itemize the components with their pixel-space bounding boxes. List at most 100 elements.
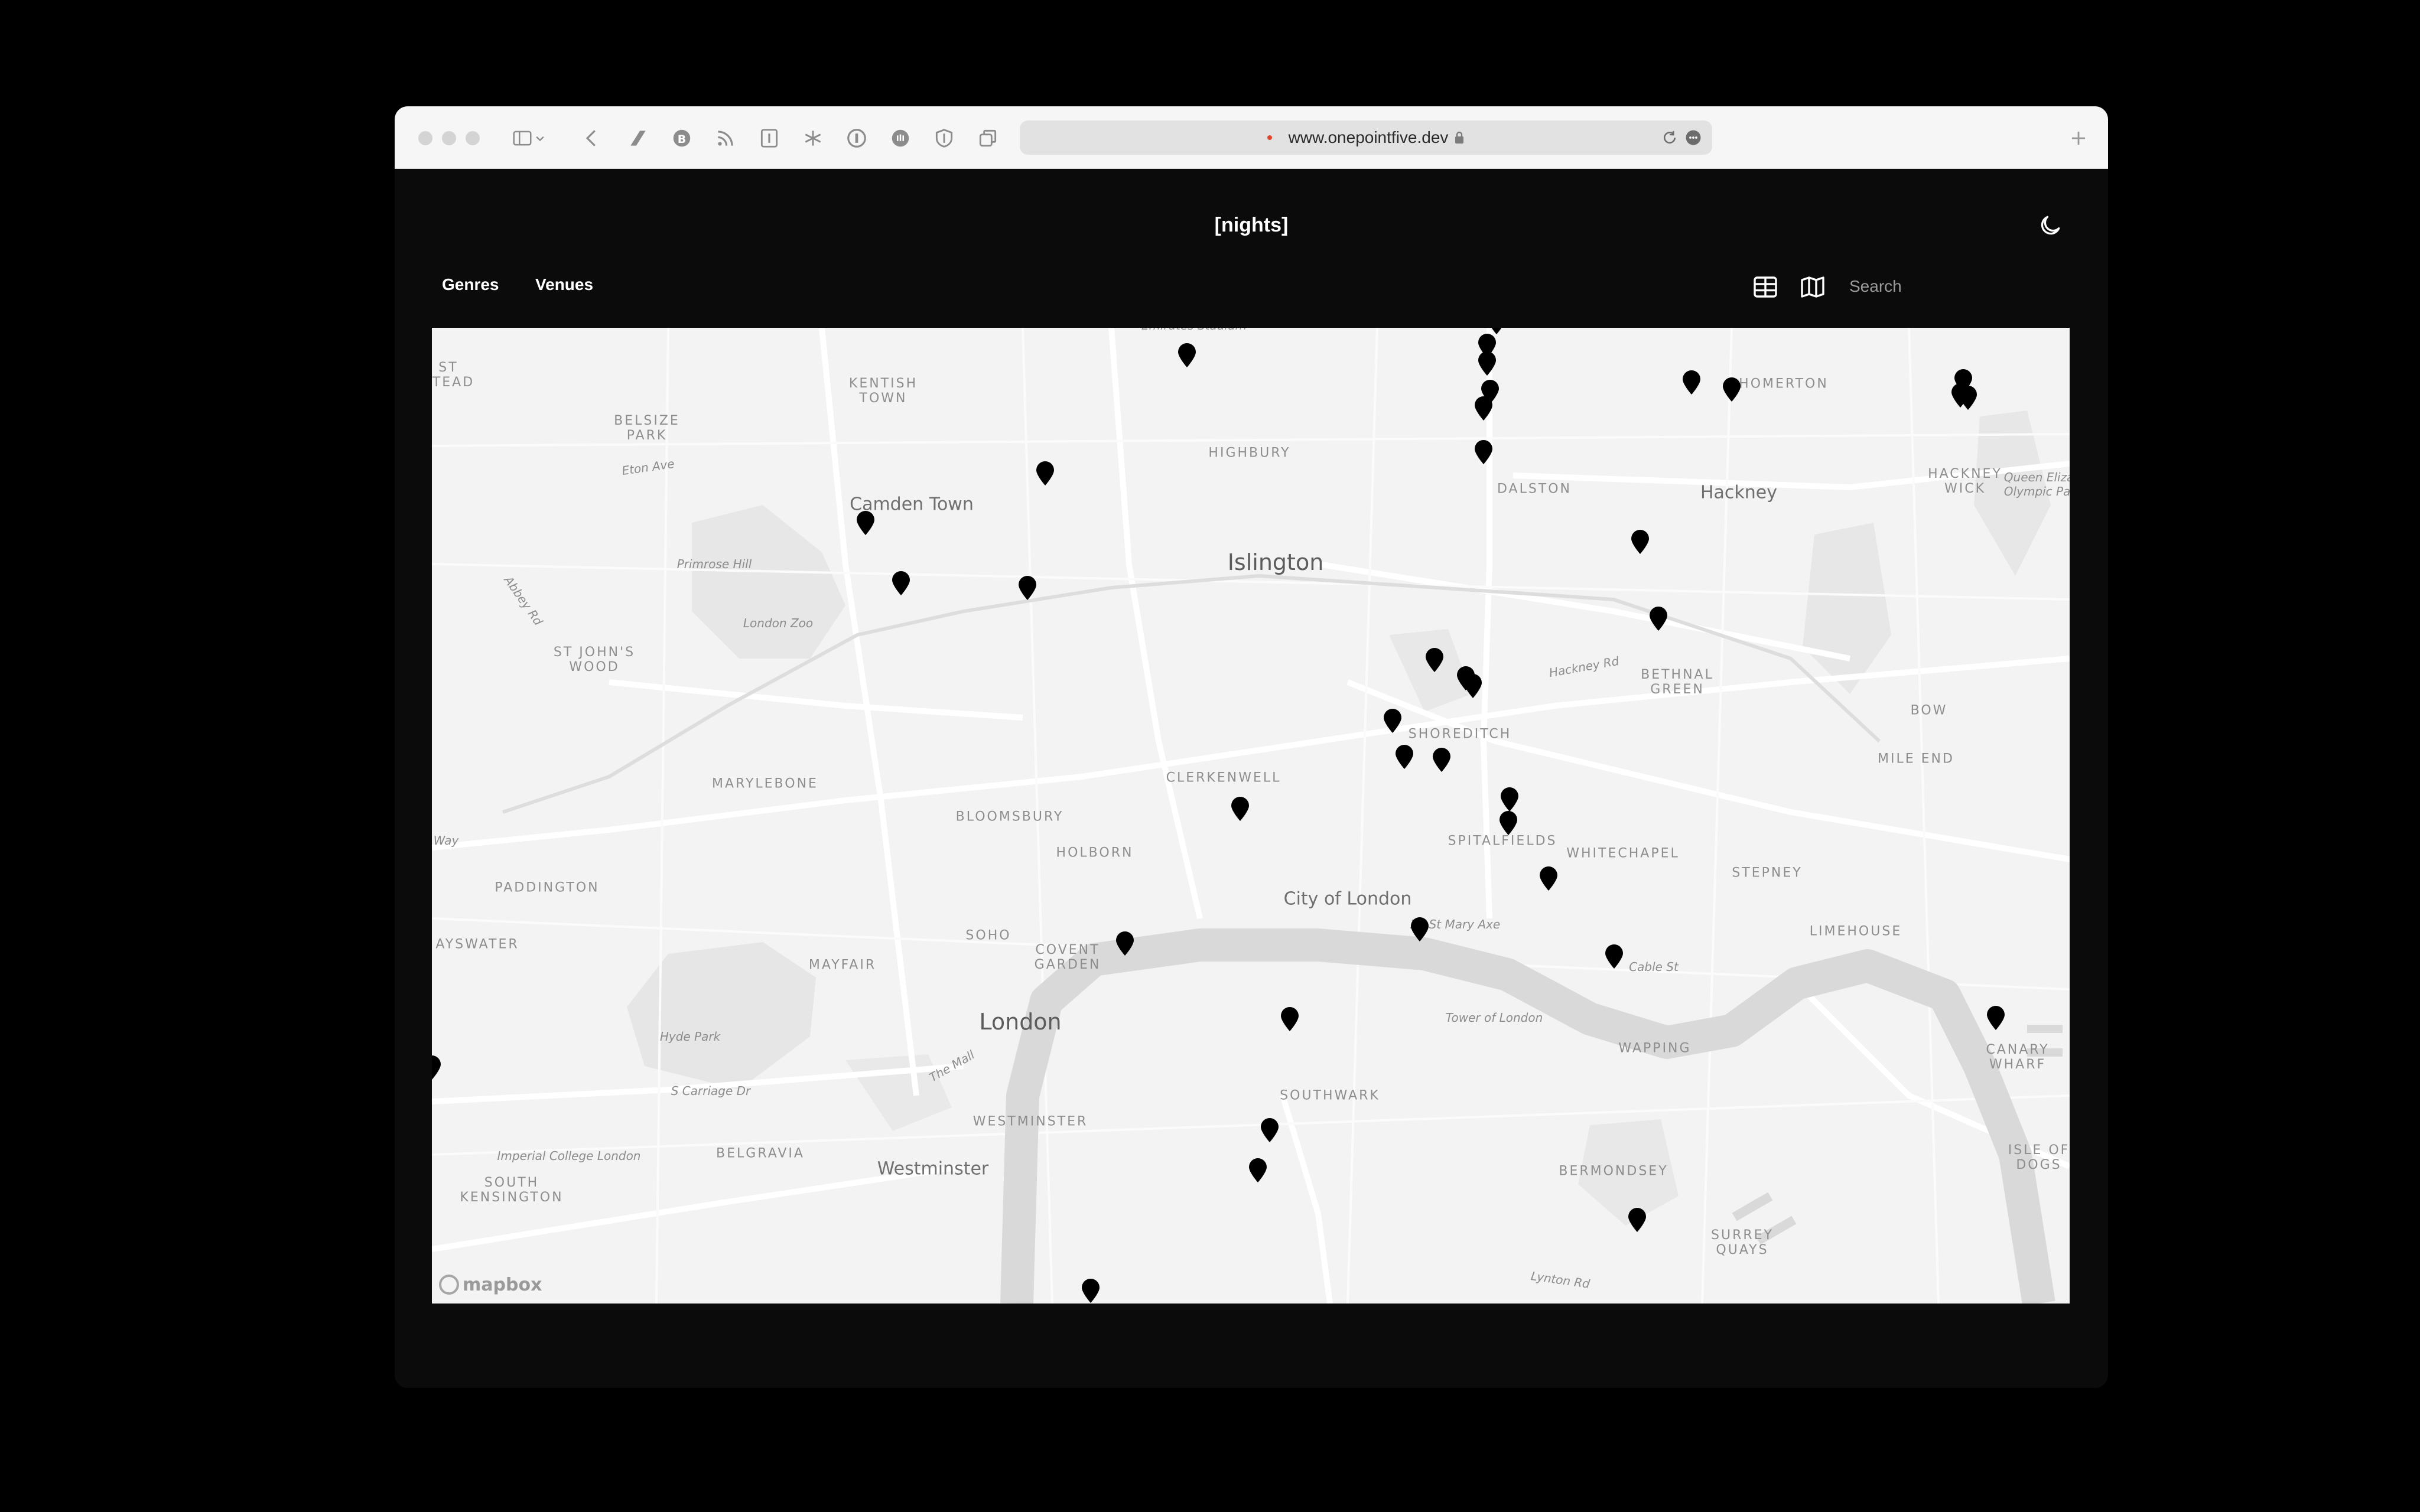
- venue-pin-icon[interactable]: [1035, 460, 1055, 486]
- venue-pin-icon[interactable]: [1463, 673, 1483, 699]
- venue-pin-icon[interactable]: [1538, 865, 1559, 891]
- extension-v-icon[interactable]: [624, 124, 652, 152]
- venue-pin-icon[interactable]: [1722, 376, 1742, 402]
- map-label-hampstead: ST STEAD: [432, 360, 475, 390]
- map-label-covent: COVENT GARDEN: [1034, 943, 1101, 972]
- map-label-homerton: HOMERTON: [1739, 376, 1829, 392]
- onepassword-icon[interactable]: [843, 124, 871, 152]
- map-label-bermondsey: BERMONDSEY: [1559, 1164, 1668, 1179]
- map-view-icon[interactable]: [1798, 273, 1827, 301]
- more-options-icon[interactable]: [1681, 126, 1705, 149]
- map-label-bow: BOW: [1910, 703, 1948, 718]
- venue-pin-icon[interactable]: [1383, 708, 1403, 734]
- venue-pin-icon[interactable]: [1604, 943, 1624, 969]
- mapbox-logo-icon: [439, 1275, 459, 1295]
- venue-pin-icon[interactable]: [856, 510, 876, 536]
- venue-pin-icon[interactable]: [1474, 439, 1494, 465]
- map-label-paddington: PADDINGTON: [495, 880, 600, 895]
- map-label-mileend: MILE END: [1878, 751, 1954, 767]
- hand-extension-icon[interactable]: [886, 124, 915, 152]
- venue-pin-icon[interactable]: [1260, 1117, 1280, 1143]
- map-label-westminster: Westminster: [877, 1158, 989, 1179]
- venue-pin-icon[interactable]: [1394, 744, 1414, 770]
- venue-pin-icon[interactable]: [1410, 916, 1430, 942]
- map-label-clerkenwell: CLERKENWELL: [1166, 770, 1281, 786]
- table-view-icon[interactable]: [1751, 273, 1780, 301]
- asterisk-extension-icon[interactable]: [799, 124, 827, 152]
- venue-pin-icon[interactable]: [1017, 575, 1037, 601]
- map-label-surrey: SURREY QUAYS: [1711, 1228, 1774, 1257]
- map-label-stepney: STEPNEY: [1732, 865, 1803, 881]
- extension-b-icon[interactable]: B: [668, 124, 696, 152]
- map-label-hackneywick: HACKNEY WICK: [1928, 467, 2002, 496]
- mapbox-logo-text: mapbox: [463, 1274, 542, 1295]
- venue-pin-icon[interactable]: [1424, 647, 1445, 673]
- map-label-hydepark: Hyde Park: [659, 1029, 721, 1044]
- map-label-soho: SOHO: [965, 928, 1011, 943]
- url-text: www.onepointfive.dev: [1288, 128, 1449, 146]
- rss-icon[interactable]: [711, 124, 740, 152]
- venue-pin-icon[interactable]: [1432, 747, 1452, 773]
- venue-pin-icon[interactable]: [1248, 1157, 1268, 1183]
- browser-toolbar: B www.onepointfive.dev: [395, 106, 2108, 169]
- search-input[interactable]: [1848, 272, 2028, 301]
- map-label-dalston: DALSTON: [1497, 481, 1572, 497]
- venue-pin-icon[interactable]: [1498, 810, 1518, 836]
- venue-pin-icon[interactable]: [1986, 1005, 2006, 1031]
- back-icon[interactable]: [578, 124, 606, 152]
- venue-pin-icon[interactable]: [1648, 605, 1668, 631]
- map-label-spitalfields: SPITALFIELDS: [1448, 833, 1557, 849]
- new-tab-button[interactable]: [2064, 124, 2093, 152]
- shield-icon[interactable]: [930, 124, 958, 152]
- address-bar[interactable]: www.onepointfive.dev: [1020, 120, 1712, 155]
- browser-window: B www.onepointfive.dev [nights] Genres V…: [395, 106, 2108, 1388]
- map-label-imperial: Imperial College London: [497, 1149, 641, 1163]
- venue-pin-icon[interactable]: [1115, 930, 1135, 956]
- map-label-southken: SOUTH KENSINGTON: [460, 1175, 564, 1205]
- map-label-belgravia: BELGRAVIA: [716, 1146, 805, 1161]
- nav-genres[interactable]: Genres: [442, 275, 499, 294]
- reload-icon[interactable]: [1658, 126, 1681, 149]
- map-label-shoreditch: SHOREDITCH: [1408, 726, 1512, 742]
- app-title[interactable]: [nights]: [395, 214, 2108, 237]
- venue-map[interactable]: Islington Hackney Camden Town City of Lo…: [432, 328, 2070, 1304]
- venue-pin-icon[interactable]: [1681, 369, 1702, 395]
- minimize-window-button[interactable]: [442, 131, 456, 145]
- map-label-londonzoo: London Zoo: [743, 616, 814, 630]
- map-label-city: City of London: [1283, 888, 1412, 910]
- map-label-cable: Cable St: [1629, 960, 1679, 974]
- venue-pin-icon[interactable]: [1230, 796, 1250, 822]
- venue-pin-icon[interactable]: [1630, 529, 1650, 555]
- zoom-window-button[interactable]: [466, 131, 480, 145]
- map-label-hackney: Hackney: [1700, 482, 1778, 503]
- map-label-highbury: HIGHBURY: [1208, 445, 1291, 461]
- map-label-marylebone: MARYLEBONE: [712, 776, 818, 791]
- map-label-holborn: HOLBORN: [1056, 845, 1134, 861]
- venue-pin-icon[interactable]: [432, 1054, 442, 1080]
- recording-dot-icon: [1267, 135, 1272, 140]
- moon-icon[interactable]: [2037, 213, 2063, 239]
- map-label-bayswater: AYSWATER: [435, 937, 519, 952]
- chevron-down-icon[interactable]: [532, 124, 548, 152]
- venue-pin-icon[interactable]: [1081, 1278, 1101, 1304]
- reader-icon[interactable]: [755, 124, 783, 152]
- venue-pin-icon[interactable]: [1627, 1207, 1647, 1233]
- map-label-isle: ISLE OF DOGS: [2008, 1143, 2070, 1172]
- venue-pin-icon[interactable]: [1958, 384, 1978, 410]
- nav-venues[interactable]: Venues: [535, 275, 593, 294]
- mapbox-attribution[interactable]: mapbox: [439, 1273, 542, 1296]
- venue-pin-icon[interactable]: [1477, 350, 1497, 376]
- map-label-tower: Tower of London: [1445, 1011, 1543, 1025]
- map-label-islington: Islington: [1227, 549, 1324, 575]
- map-label-stjohns: ST JOHN'S WOOD: [553, 645, 636, 674]
- map-label-canary: CANARY WHARF: [1986, 1042, 2050, 1072]
- tabs-overview-icon[interactable]: [974, 124, 1002, 152]
- venue-pin-icon[interactable]: [1500, 786, 1520, 812]
- venue-pin-icon[interactable]: [1177, 342, 1197, 368]
- map-label-carriage: S Carriage Dr: [671, 1084, 751, 1098]
- map-label-kentish: KENTISH TOWN: [848, 376, 918, 406]
- venue-pin-icon[interactable]: [1474, 395, 1494, 421]
- close-window-button[interactable]: [418, 131, 432, 145]
- venue-pin-icon[interactable]: [891, 570, 911, 596]
- venue-pin-icon[interactable]: [1280, 1006, 1300, 1032]
